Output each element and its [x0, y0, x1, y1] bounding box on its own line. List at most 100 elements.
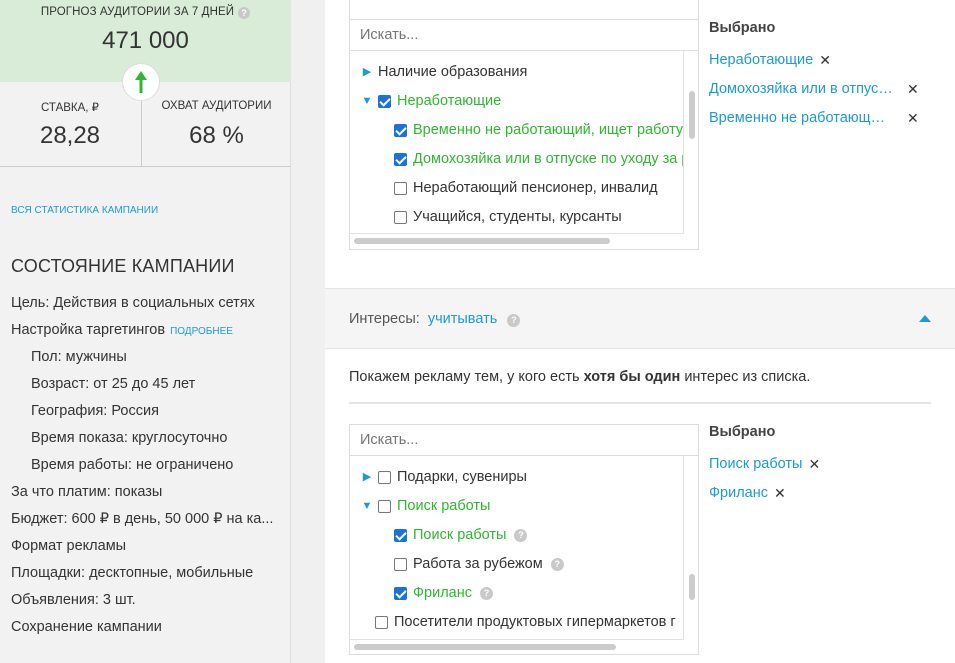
help-icon[interactable]: ?	[238, 7, 251, 19]
help-icon[interactable]: ?	[507, 314, 521, 327]
campaign-sidebar: ПРОГНОЗ АУДИТОРИИ ЗА 7 ДНЕЙ? 471 000 СТА…	[0, 0, 291, 663]
close-icon[interactable]: ✕	[907, 81, 919, 98]
coverage-value: 68 %	[189, 122, 244, 149]
checkbox-unchecked[interactable]	[375, 615, 388, 629]
interests-search-input[interactable]	[350, 425, 698, 456]
summary-gender: Пол: мужчины	[31, 349, 127, 365]
summary-geo: География: Россия	[31, 403, 159, 419]
rate-label: СТАВКА, ₽	[41, 102, 99, 114]
summary-ads: Объявления: 3 шт.	[11, 592, 136, 608]
selected-item-label[interactable]: Поиск работы	[709, 456, 802, 472]
close-icon[interactable]: ✕	[907, 110, 919, 127]
checkbox-unchecked[interactable]	[394, 210, 407, 224]
close-icon[interactable]: ✕	[808, 456, 820, 473]
rate-metric: СТАВКА, ₽ 28,28	[0, 82, 140, 167]
arrow-up-icon	[122, 63, 160, 101]
interests-section-header[interactable]: Интересы: учитывать ?	[325, 288, 955, 349]
vertical-scrollbar[interactable]	[689, 91, 695, 139]
forecast-label: ПРОГНОЗ АУДИТОРИИ ЗА 7 ДНЕЙ	[40, 6, 235, 18]
summary-targeting: Настройка таргетингов ПОДРОБНЕЕ	[11, 320, 283, 347]
checkbox-checked[interactable]	[394, 123, 407, 137]
tree-node-label: Временно не работающий, ищет работу	[413, 122, 684, 138]
tree-node-label: Неработающий пенсионер, инвалид	[413, 180, 658, 196]
tree-node-gifts[interactable]: ▶ Подарки, сувениры	[360, 466, 527, 488]
selected-item: Неработающие ✕	[709, 52, 949, 81]
tree-node-education[interactable]: ▶ Наличие образования	[360, 61, 528, 83]
checkbox-checked[interactable]	[394, 586, 407, 600]
selected-item-label[interactable]: Неработающие	[709, 52, 813, 68]
employment-tree-block: ▶ Наличие образования ▼ Неработающие Вре…	[349, 0, 699, 250]
tree-node-job-search-child[interactable]: Поиск работы ?	[394, 524, 528, 546]
checkbox-checked[interactable]	[378, 94, 391, 108]
tree-node-hypermarkets[interactable]: Посетители продуктовых гипермаркетов г	[375, 611, 676, 633]
tree-node-job-search[interactable]: ▼ Поиск работы	[360, 495, 491, 517]
close-icon[interactable]: ✕	[774, 485, 786, 502]
campaign-state-title: СОСТОЯНИЕ КАМПАНИИ	[11, 256, 235, 276]
summary-platforms: Площадки: десктопные, мобильные	[11, 565, 254, 581]
all-stats-link[interactable]: ВСЯ СТАТИСТИКА КАМПАНИИ	[11, 205, 158, 216]
summary-targeting-label: Настройка таргетингов	[11, 322, 166, 338]
selected-item: Домохозяйка или в отпуске по уходу за ре…	[709, 81, 949, 110]
selected-item: Поиск работы ✕	[709, 456, 949, 485]
divider	[349, 402, 931, 404]
help-icon[interactable]: ?	[550, 557, 564, 571]
tree-node-unemployed[interactable]: ▼ Неработающие	[360, 90, 502, 112]
tree-node-label: Фриланс	[413, 585, 472, 601]
selected-item: Фриланс ✕	[709, 485, 949, 514]
checkbox-unchecked[interactable]	[378, 470, 391, 484]
tree-node-label: Наличие образования	[378, 64, 528, 80]
caret-right-icon[interactable]: ▶	[360, 61, 374, 83]
selected-item-label[interactable]: Временно не работающий, ищет работу	[709, 110, 893, 126]
caret-down-icon[interactable]: ▼	[360, 90, 374, 112]
interests-description: Покажем рекламу тем, у кого есть хотя бы…	[349, 369, 811, 385]
employment-search-input[interactable]	[350, 20, 698, 51]
caret-down-icon[interactable]: ▼	[360, 495, 374, 517]
vertical-scrollbar[interactable]	[689, 574, 695, 600]
checkbox-unchecked[interactable]	[378, 499, 391, 513]
tree-node-label: Поиск работы	[413, 527, 507, 543]
rate-value: 28,28	[39, 122, 101, 149]
selected-item-label[interactable]: Фриланс	[709, 485, 768, 501]
checkbox-checked[interactable]	[394, 152, 407, 166]
interests-label: Интересы:	[349, 311, 420, 327]
tree-node-label: Домохозяйка или в отпуске по уходу за ре…	[413, 151, 683, 167]
coverage-metric: ОХВАТ АУДИТОРИИ 68 %	[141, 82, 291, 167]
tree-node-students[interactable]: Учащийся, студенты, курсанты	[394, 206, 622, 228]
tree-node-housewife[interactable]: Домохозяйка или в отпуске по уходу за ре…	[394, 148, 683, 170]
summary-ad-format: Формат рекламы	[11, 538, 127, 554]
tree-node-label: Неработающие	[397, 93, 502, 109]
tree-node-temp-unemployed[interactable]: Временно не работающий, ищет работу	[394, 119, 683, 141]
checkbox-unchecked[interactable]	[394, 557, 407, 571]
collapse-arrow-icon[interactable]	[919, 315, 931, 322]
summary-save: Сохранение кампании	[11, 619, 162, 635]
checkbox-checked[interactable]	[394, 528, 407, 542]
coverage-label: ОХВАТ АУДИТОРИИ	[161, 100, 272, 112]
help-icon[interactable]: ?	[479, 586, 493, 600]
caret-right-icon[interactable]: ▶	[360, 466, 374, 488]
summary-payment: За что платим: показы	[11, 484, 163, 500]
tree-node-freelance[interactable]: Фриланс ?	[394, 582, 493, 604]
selected-title: Выбрано	[709, 424, 776, 440]
targeting-panel: ▶ Наличие образования ▼ Неработающие Вре…	[325, 0, 955, 663]
interests-mode-link[interactable]: учитывать	[428, 311, 497, 327]
selected-title: Выбрано	[709, 20, 776, 36]
help-icon[interactable]: ?	[514, 528, 528, 542]
summary-budget: Бюджет: 600 ₽ в день, 50 000 ₽ на ка...	[11, 511, 274, 527]
tree-node-label: Работа за рубежом	[413, 556, 543, 572]
tree-node-label: Посетители продуктовых гипермаркетов г	[394, 614, 676, 630]
close-icon[interactable]: ✕	[819, 52, 831, 69]
horizontal-scrollbar[interactable]	[354, 238, 610, 244]
employment-tree: ▶ Наличие образования ▼ Неработающие Вре…	[350, 51, 698, 248]
tree-node-pensioner[interactable]: Неработающий пенсионер, инвалид	[394, 177, 658, 199]
forecast-value: 471 000	[102, 27, 189, 54]
tree-node-label: Поиск работы	[397, 498, 491, 514]
summary-show-time: Время показа: круглосуточно	[31, 430, 228, 446]
checkbox-unchecked[interactable]	[394, 181, 407, 195]
targeting-more-link[interactable]: ПОДРОБНЕЕ	[170, 326, 233, 337]
selected-item-label[interactable]: Домохозяйка или в отпуске по уходу за ре…	[709, 81, 893, 97]
horizontal-scrollbar[interactable]	[354, 644, 616, 650]
campaign-summary: Цель: Действия в социальных сетях Настро…	[11, 293, 283, 644]
tree-node-work-abroad[interactable]: Работа за рубежом ?	[394, 553, 564, 575]
tree-node-label: Учащийся, студенты, курсанты	[413, 209, 622, 225]
summary-age: Возраст: от 25 до 45 лет	[31, 376, 196, 392]
